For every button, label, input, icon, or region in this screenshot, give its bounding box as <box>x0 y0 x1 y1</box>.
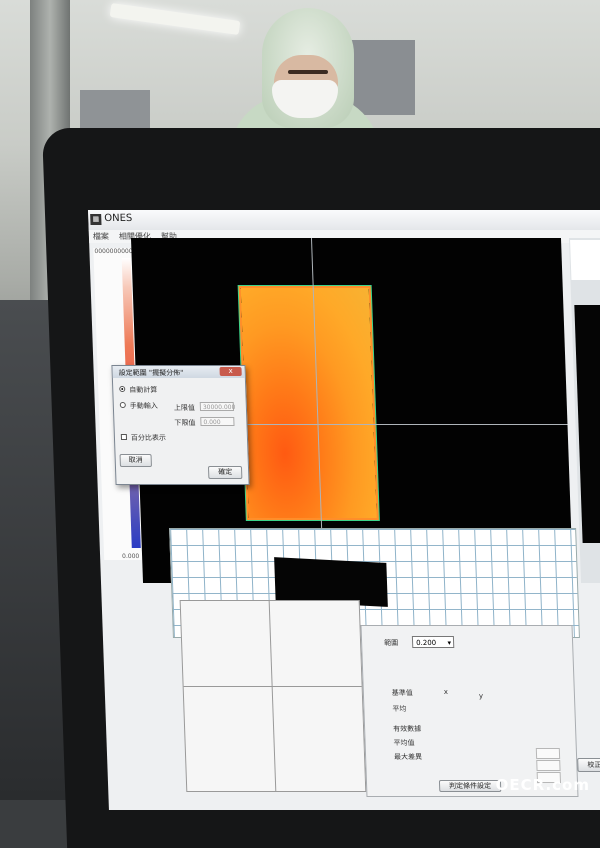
worker-eyes <box>288 70 328 74</box>
auto-label: 自動計算 <box>129 386 158 394</box>
range-select[interactable]: 0.200 <box>411 636 455 648</box>
max-diff-label: 最大差異 <box>393 753 423 761</box>
percent-checkbox[interactable] <box>120 434 128 440</box>
luminance-heatmap <box>240 288 377 518</box>
manual-radio[interactable] <box>119 402 126 408</box>
manual-label: 手動輸入 <box>129 402 158 410</box>
scale-max-value: 0000000000 <box>94 248 133 255</box>
scale-min-value: 0.000 <box>121 553 140 560</box>
calibrate-data-button[interactable]: 校正數據 <box>577 758 600 772</box>
dialog-title: 設定範圍 "擺擬分佈" <box>118 369 184 377</box>
dialog-titlebar: 設定範圍 "擺擬分佈" x <box>112 366 245 378</box>
percent-label: 百分比表示 <box>130 434 167 442</box>
valid-count-label: 有效數據 <box>392 725 422 733</box>
lower-limit-input[interactable]: 0.000 <box>200 417 235 426</box>
mean-label: 平均 <box>392 705 407 713</box>
quadrant-divider <box>183 686 362 687</box>
stat-value-box <box>536 760 561 771</box>
window-titlebar: ▦ ONES <box>88 210 600 231</box>
x-label: x <box>443 688 449 696</box>
menu-item-file[interactable]: 檔案 <box>93 230 109 243</box>
site-watermark: OECR.com <box>495 776 590 794</box>
average-label: 平均值 <box>393 739 415 747</box>
app-icon: ▦ <box>90 214 102 225</box>
wall-panel <box>345 40 415 115</box>
baseline-label: 基準值 <box>391 689 414 697</box>
statistics-panel: 範圍 0.200 基準值 x y 平均 有效數據 平均值 最大差異 判定條件設定 <box>360 625 579 797</box>
window-title: ONES <box>104 213 133 224</box>
stat-value-box <box>535 748 561 759</box>
vertical-profile-header <box>570 240 600 280</box>
close-icon[interactable]: x <box>219 367 242 376</box>
upper-limit-input[interactable]: 30000.000 <box>199 402 235 411</box>
y-label: y <box>478 692 484 700</box>
lower-limit-label: 下限值 <box>174 419 196 427</box>
criteria-settings-button[interactable]: 判定條件設定 <box>438 780 502 792</box>
quadrant-panel <box>179 600 367 792</box>
ok-button[interactable]: 確定 <box>207 466 243 479</box>
cancel-button[interactable]: 取消 <box>119 454 152 467</box>
monitor-screen: ▦ ONES 檔案 相關優化 幫助 0000000000 0.000 範圍 0.… <box>88 210 600 810</box>
upper-limit-label: 上限值 <box>173 404 196 412</box>
range-label: 範圍 <box>383 639 399 647</box>
range-settings-dialog: 設定範圍 "擺擬分佈" x 自動計算 手動輸入 上限值 30000.000 下限… <box>111 365 250 485</box>
auto-radio[interactable] <box>119 386 126 392</box>
quadrant-divider <box>268 601 277 791</box>
